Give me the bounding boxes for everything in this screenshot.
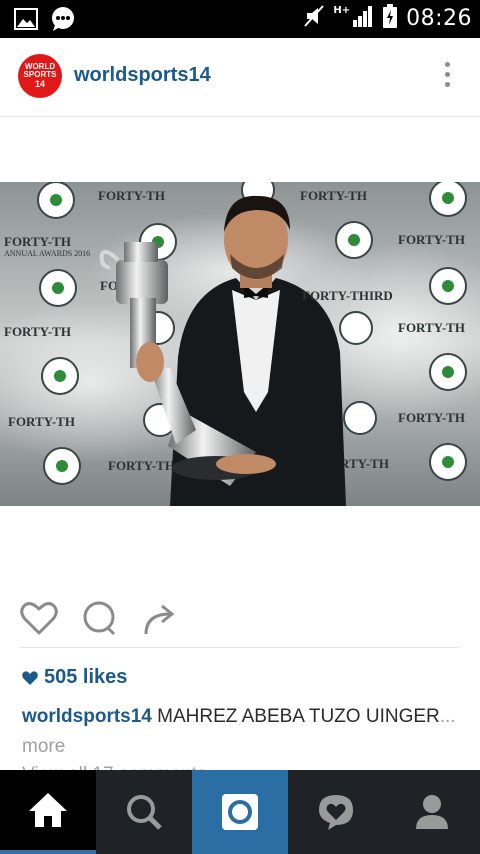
svg-text:FORTY-TH: FORTY-TH [4,324,71,339]
avatar-text-line: 14 [34,79,45,89]
share-icon[interactable] [140,600,180,640]
home-icon [29,793,67,827]
status-bar: H+ 08:26 [0,0,480,38]
caption: worldsports14 MAHREZ ABEBA TUZO UINGER..… [22,702,462,762]
svg-text:FORTY-TH: FORTY-TH [300,188,367,203]
likes-count[interactable]: 505 likes [22,666,127,689]
activity-icon [319,795,353,830]
clock: 08:26 [406,6,472,31]
caption-username[interactable]: worldsports14 [22,706,152,727]
divider [20,647,460,648]
signal-icon [352,4,374,33]
profile-icon [416,795,448,829]
post-header: WORLD SPORTS 14 worldsports14 [0,38,480,117]
svg-text:FORTY-TH: FORTY-TH [398,320,465,335]
mute-icon [303,4,325,33]
svg-text:FORTY-TH: FORTY-TH [398,232,465,247]
svg-text:FORTY-TH: FORTY-TH [8,414,75,429]
svg-text:FORTY-TH: FORTY-TH [108,458,175,473]
caption-text: MAHREZ ABEBA TUZO UINGER [157,706,440,727]
likes-label: 505 likes [44,666,128,688]
svg-text:FO: FO [100,278,118,293]
chat-notification-icon [50,6,76,37]
search-icon [127,795,162,830]
gallery-notification-icon [14,8,38,35]
like-icon[interactable] [20,600,60,640]
avatar-text-line: SPORTS [23,70,57,79]
post-username[interactable]: worldsports14 [74,64,211,87]
backdrop-subtext: ANNUAL AWARDS 2016 [4,249,90,258]
camera-icon [222,794,258,830]
svg-text:FORTY-TH: FORTY-TH [398,410,465,425]
bottom-nav [0,770,480,854]
heart-filled-icon [22,670,38,685]
nav-profile[interactable] [384,770,480,854]
more-options-icon[interactable] [442,62,452,92]
post-actions [0,600,480,640]
nav-activity[interactable] [288,770,384,854]
backdrop-text: FORTY-THIRD [302,288,393,303]
nav-search[interactable] [96,770,192,854]
svg-text:FORTY-TH: FORTY-TH [4,234,71,249]
comment-icon[interactable] [80,600,120,640]
battery-icon [382,3,398,34]
post-photo[interactable]: FORTY-TH FORTY-TH FORTY-TH FORTY-TH FO FORT… [0,182,480,506]
nav-home[interactable] [0,770,96,854]
network-type-label: H+ [333,5,351,16]
svg-text:FORTY-TH: FORTY-TH [98,188,165,203]
nav-camera[interactable] [192,770,288,854]
avatar[interactable]: WORLD SPORTS 14 [18,54,62,98]
